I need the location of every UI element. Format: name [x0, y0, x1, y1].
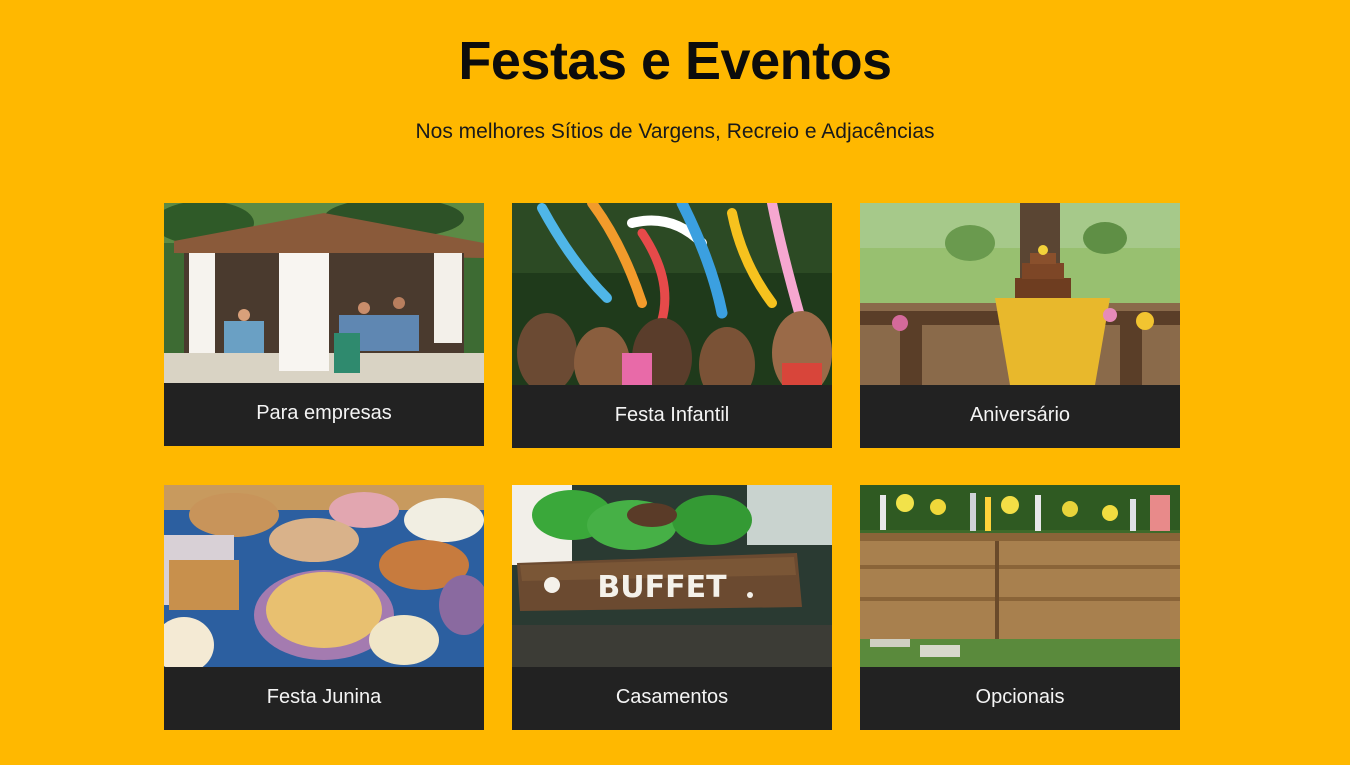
- card-para-empresas[interactable]: Para empresas: [164, 203, 484, 446]
- buffet-sign-photo: BUFFET: [512, 485, 832, 667]
- card-festa-junina[interactable]: Festa Junina: [164, 485, 484, 730]
- card-festa-infantil[interactable]: Festa Infantil: [512, 203, 832, 449]
- junina-food-table-photo: [164, 485, 484, 667]
- buffet-sign-text: BUFFET: [597, 570, 727, 605]
- gazebo-party-photo: [164, 203, 484, 383]
- card-opcionais[interactable]: Opcionais: [860, 485, 1180, 730]
- card-aniversario[interactable]: Aniversário: [860, 203, 1180, 449]
- card-caption-opcionais: Opcionais: [860, 667, 1180, 730]
- card-caption-casamentos: Casamentos: [512, 667, 832, 730]
- card-caption-para-empresas: Para empresas: [164, 383, 484, 446]
- page-title: Festas e Eventos: [458, 31, 892, 91]
- page-subtitle: Nos melhores Sítios de Vargens, Recreio …: [415, 120, 935, 143]
- birthday-cake-table-photo: [860, 203, 1180, 385]
- card-casamentos[interactable]: BUFFET Casamentos: [512, 485, 832, 730]
- card-caption-festa-junina: Festa Junina: [164, 667, 484, 730]
- wooden-bar-counter-photo: [860, 485, 1180, 667]
- card-caption-aniversario: Aniversário: [860, 385, 1180, 448]
- card-caption-festa-infantil: Festa Infantil: [512, 385, 832, 448]
- balloon-kids-photo: [512, 203, 832, 385]
